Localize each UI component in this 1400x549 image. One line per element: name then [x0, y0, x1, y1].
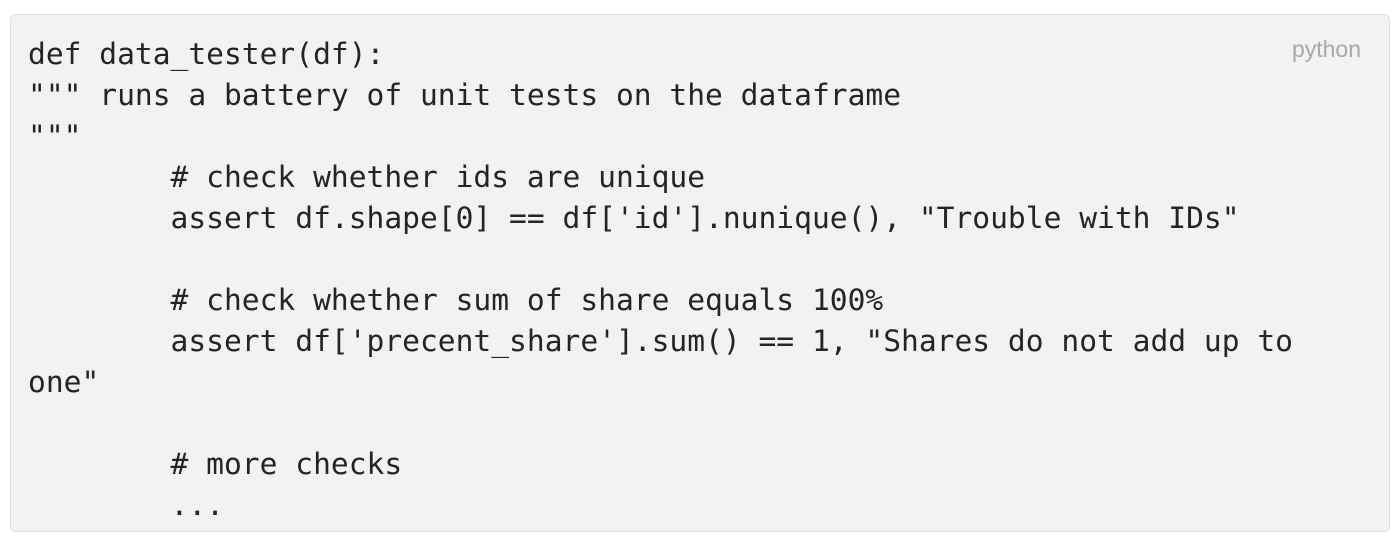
code-line: # more checks	[28, 447, 403, 481]
code-line: # check whether ids are unique	[28, 160, 706, 194]
code-line: assert df['precent_share'].sum() == 1, "…	[28, 324, 1294, 358]
code-line: one"	[28, 365, 100, 399]
code-line: """	[28, 119, 82, 153]
code-line: """ runs a battery of unit tests on the …	[28, 78, 902, 112]
code-line: def data_tester(df):	[28, 37, 385, 71]
language-label: python	[1291, 36, 1361, 62]
code-line: assert df.shape[0] == df['id'].nunique()…	[28, 201, 1240, 235]
code-line: # check whether sum of share equals 100%	[28, 283, 884, 317]
code-block: python def data_tester(df): """ runs a ba…	[10, 14, 1390, 532]
code-line: ...	[28, 488, 224, 522]
code-content: def data_tester(df): """ runs a battery o…	[28, 34, 1293, 526]
